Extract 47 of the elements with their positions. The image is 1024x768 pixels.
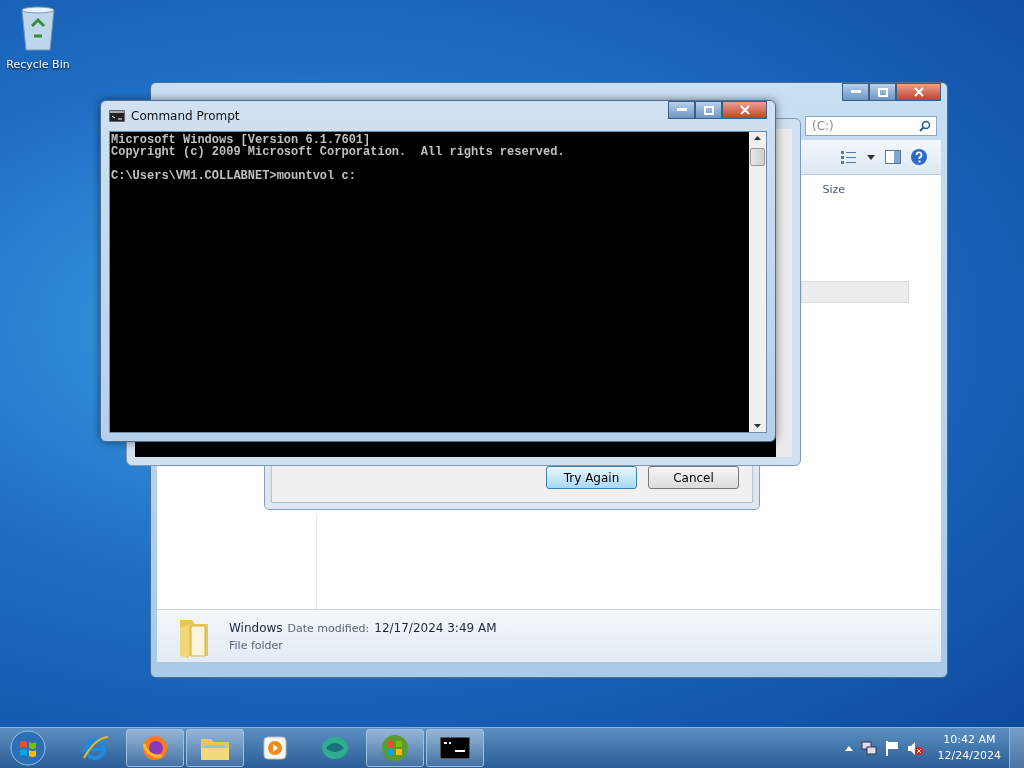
minimize-icon bbox=[676, 108, 687, 112]
maximize-icon bbox=[877, 87, 888, 97]
close-button[interactable] bbox=[896, 83, 941, 101]
column-header[interactable]: Size bbox=[822, 183, 845, 196]
preview-pane-icon[interactable] bbox=[885, 150, 901, 164]
maximize-icon bbox=[703, 105, 714, 115]
dialog-button[interactable]: Cancel bbox=[648, 466, 739, 489]
caret-icon[interactable] bbox=[867, 154, 875, 160]
minimize-button[interactable] bbox=[842, 83, 869, 101]
scrollbar[interactable] bbox=[776, 129, 792, 457]
date-value: 12/17/2024 3:49 AM bbox=[374, 620, 497, 635]
recycle-bin-icon[interactable] bbox=[20, 6, 56, 52]
close-icon bbox=[913, 87, 924, 97]
network-icon[interactable] bbox=[860, 740, 877, 756]
search-icon[interactable] bbox=[919, 120, 931, 132]
minimize-button[interactable] bbox=[668, 101, 695, 119]
console-icon bbox=[440, 737, 470, 759]
scroll-thumb[interactable] bbox=[750, 148, 765, 166]
windows-logo-icon bbox=[381, 734, 409, 762]
item-name: Windows bbox=[229, 620, 283, 635]
scroll-down-icon[interactable] bbox=[754, 424, 761, 428]
flag-icon[interactable] bbox=[884, 740, 899, 756]
console-icon bbox=[109, 110, 125, 122]
scrollbar[interactable] bbox=[749, 132, 766, 432]
play-icon bbox=[262, 735, 288, 761]
view-icon[interactable] bbox=[841, 150, 857, 164]
close-button[interactable] bbox=[722, 101, 767, 119]
console-area: Microsoft Windows [Version 6.1.7601] Copyright (c) 2009 Microsoft Corporation. All rights reserved. C:\Users\VM1.COLLABNET>mountvol c: bbox=[110, 132, 749, 432]
show-hidden-icons-icon[interactable] bbox=[844, 745, 853, 751]
maximize-button[interactable] bbox=[869, 83, 896, 101]
browser-icon bbox=[81, 734, 109, 762]
maximize-button[interactable] bbox=[695, 101, 722, 119]
desktop-icon-label[interactable]: Recycle Bin bbox=[6, 58, 70, 71]
dialog-button[interactable]: Try Again bbox=[546, 466, 637, 489]
start-button[interactable] bbox=[10, 730, 46, 766]
window-title: Command Prompt bbox=[131, 109, 240, 123]
close-icon bbox=[739, 105, 750, 115]
search-field[interactable]: (C:) bbox=[805, 116, 937, 136]
taskbar-button[interactable] bbox=[426, 729, 484, 767]
help-icon[interactable] bbox=[911, 149, 927, 165]
muted-speaker-icon[interactable] bbox=[906, 740, 924, 756]
date-label: Date modified: bbox=[287, 621, 370, 635]
fox-globe-icon bbox=[141, 734, 169, 762]
app-icon bbox=[320, 734, 350, 762]
clock[interactable]: 10:42 AM 12/24/2024 bbox=[937, 732, 1001, 764]
minimize-icon bbox=[850, 90, 861, 94]
item-type: File folder bbox=[229, 638, 284, 652]
